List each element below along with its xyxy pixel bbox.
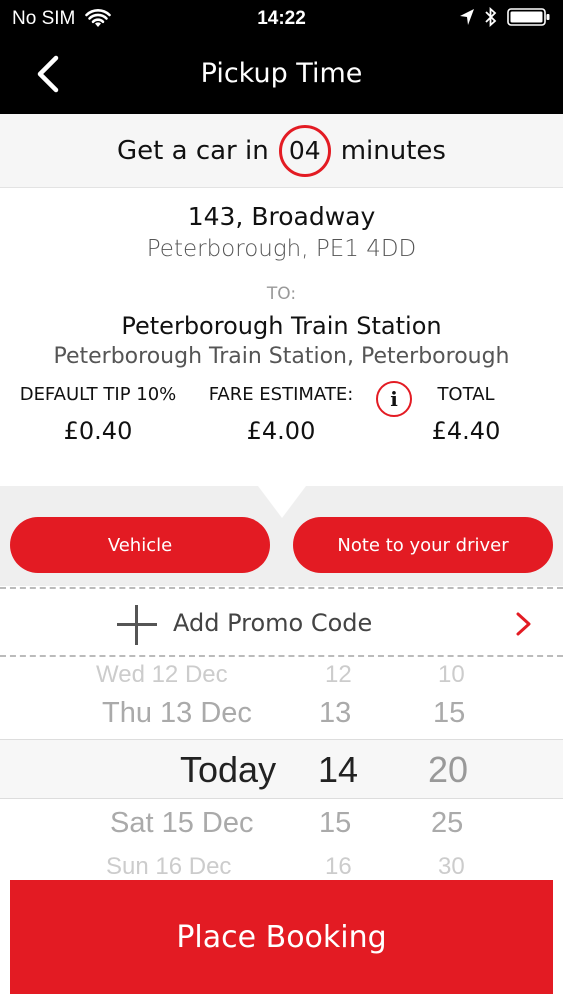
battery-icon [507,8,550,26]
location-arrow-icon [460,9,474,25]
picker-hour-selected[interactable]: 14 [318,749,358,791]
fare-tip: DEFAULT TIP 10% £0.40 [8,384,188,445]
page-title: Pickup Time [200,58,363,89]
place-booking-button[interactable]: Place Booking [10,880,553,994]
picker-minute-option[interactable]: 10 [438,661,465,689]
tip-label: DEFAULT TIP 10% [19,384,177,405]
estimate-label: FARE ESTIMATE: [208,384,354,405]
panel-notch [258,486,306,518]
fare-estimate: FARE ESTIMATE: £4.00 [194,384,368,445]
picker-hour-option[interactable]: 13 [319,697,351,730]
estimate-value: £4.00 [246,417,316,445]
eta-minutes-badge: 04 [278,124,331,177]
picker-hour-option[interactable]: 12 [325,661,352,689]
plus-icon [117,605,157,645]
picker-day-option[interactable]: Sun 16 Dec [106,853,231,880]
pickup-time-picker[interactable]: Wed 12 Dec Thu 13 Dec Today Sat 15 Dec S… [0,657,563,880]
picker-day-option[interactable]: Wed 12 Dec [96,661,228,689]
fare-summary: DEFAULT TIP 10% £0.40 FARE ESTIMATE: £4.… [0,384,563,464]
picker-hour-option[interactable]: 15 [319,807,351,840]
eta-banner: Get a car in 04 minutes [0,114,563,188]
picker-day-option[interactable]: Thu 13 Dec [102,697,252,730]
fare-total: TOTAL £4.40 [420,384,512,445]
vehicle-button[interactable]: Vehicle [10,517,270,573]
pickup-address-line1: 143, Broadway [187,202,376,231]
to-label: TO: [266,284,297,304]
picker-minute-selected[interactable]: 20 [428,749,468,791]
status-bar: No SIM 14:22 [0,0,563,38]
add-promo-code-row[interactable]: Add Promo Code [0,587,563,657]
total-value: £4.40 [431,417,501,445]
promo-label: Add Promo Code [173,609,373,637]
chevron-right-icon [516,612,531,636]
tip-value: £0.40 [63,417,133,445]
nav-bar: Pickup Time [0,38,563,114]
info-icon[interactable]: i [376,381,412,417]
eta-prefix: Get a car in [117,135,269,166]
picker-selection-band [0,739,563,799]
total-label: TOTAL [437,384,495,405]
picker-day-selected[interactable]: Today [180,749,276,791]
picker-minute-option[interactable]: 15 [433,697,465,730]
note-to-driver-button[interactable]: Note to your driver [293,517,553,573]
dropoff-address-line1: Peterborough Train Station [121,312,442,340]
bluetooth-icon [485,7,497,27]
pickup-address-line2: Peterborough, PE1 4DD [146,236,417,262]
eta-suffix: minutes [340,135,446,166]
picker-hour-option[interactable]: 16 [325,853,352,880]
dropoff-address-line2: Peterborough Train Station, Peterborough [53,344,510,369]
picker-day-option[interactable]: Sat 15 Dec [110,807,253,840]
picker-minute-option[interactable]: 30 [438,853,465,880]
picker-minute-option[interactable]: 25 [431,807,463,840]
